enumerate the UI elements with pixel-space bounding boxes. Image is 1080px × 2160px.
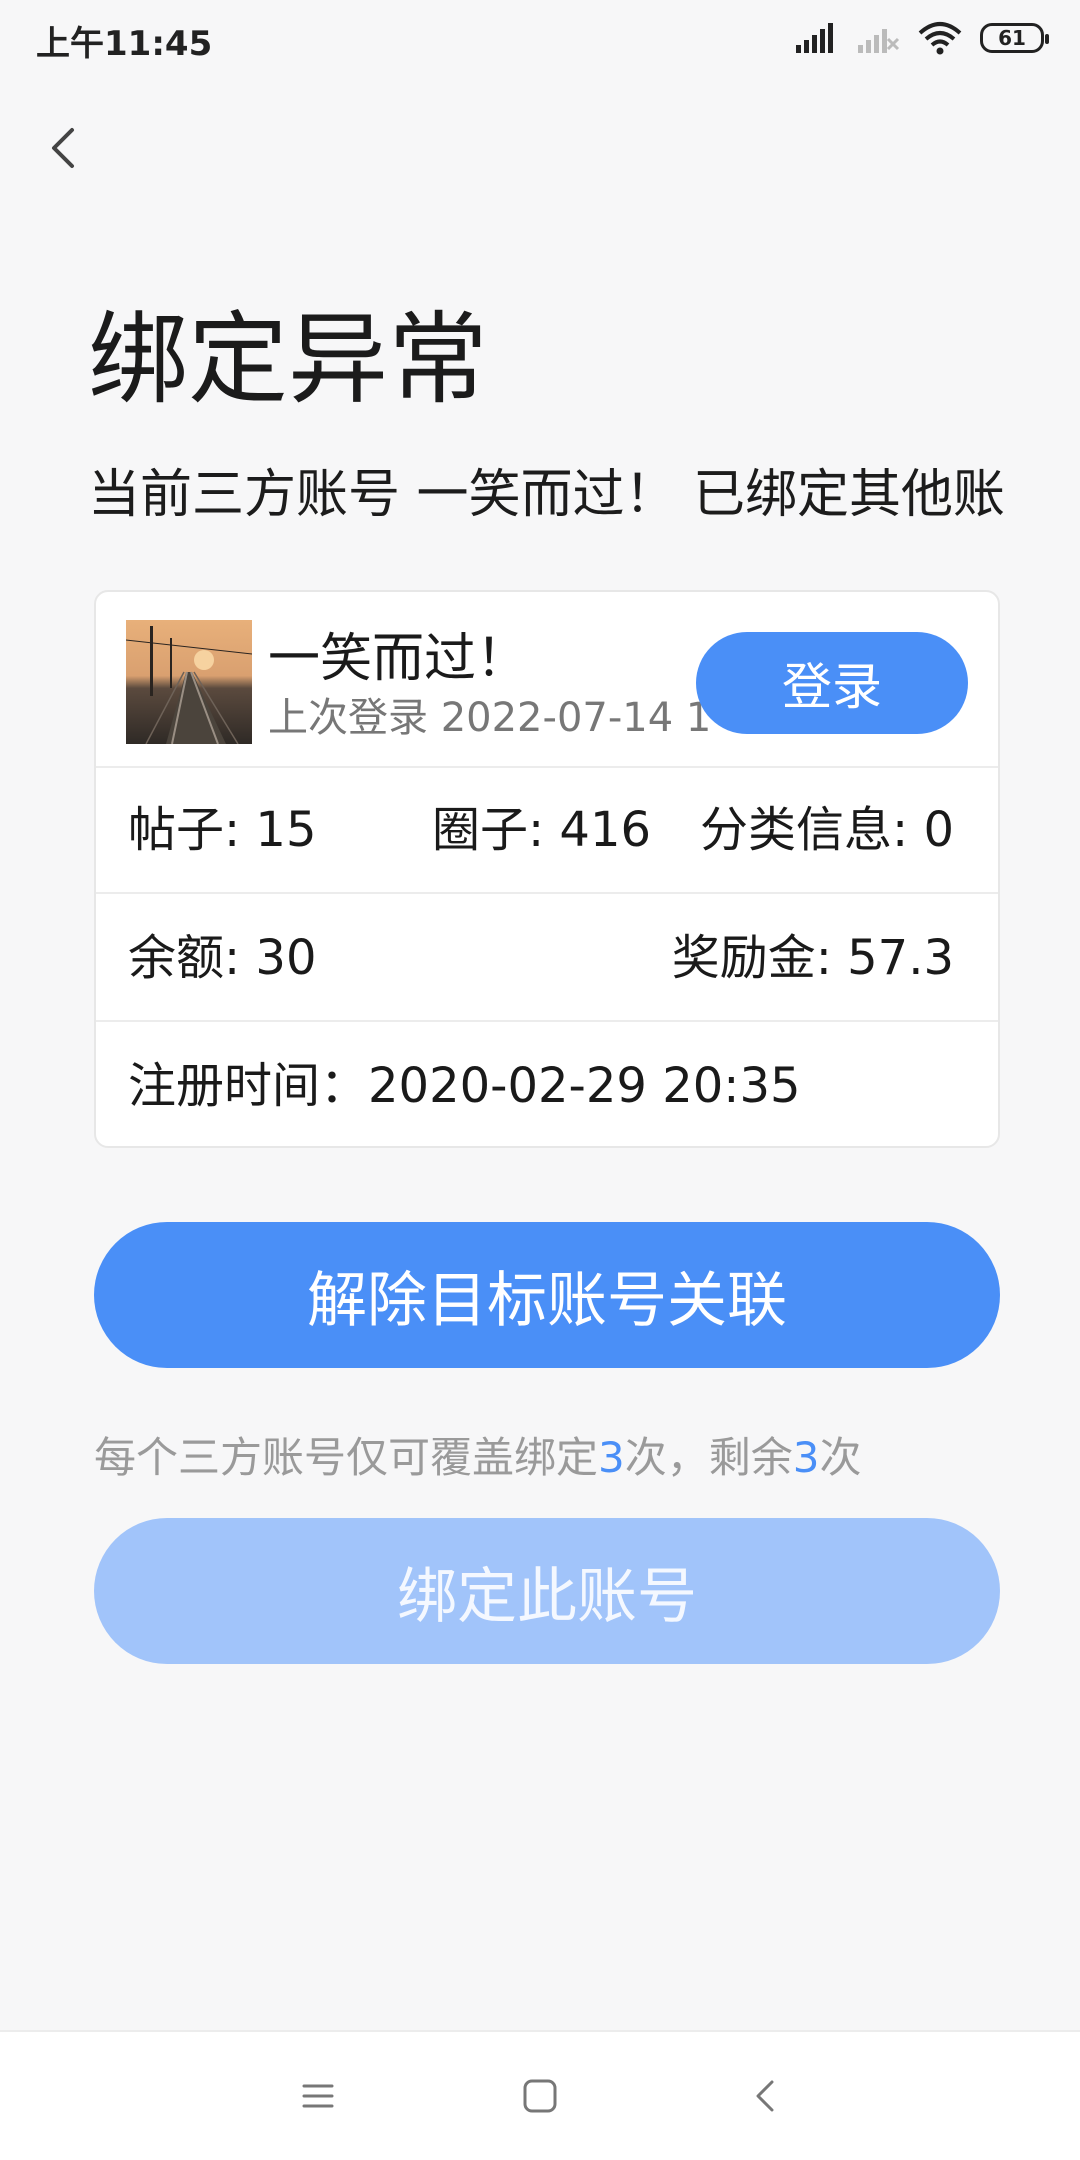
- bonus-value: 奖励金: 57.3: [671, 930, 954, 986]
- bind-limit-hint: 每个三方账号仅可覆盖绑定3次，剩余3次: [94, 1433, 862, 1482]
- balance-row: 余额: 30 奖励金: 57.3: [96, 894, 998, 1022]
- menu-icon: [302, 2084, 334, 2108]
- signal-icon: [796, 23, 833, 53]
- subtitle: 当前三方账号 一笑而过！ 已绑定其他账: [88, 465, 1006, 525]
- account-card: 一笑而过！ 上次登录 2022-07-14 1 登录 帖子: 15 圈子: 41…: [94, 590, 1000, 1148]
- account-name: 一笑而过！: [268, 629, 529, 689]
- last-login-time: 上次登录 2022-07-14 1: [268, 695, 712, 741]
- status-icons: 61: [794, 18, 1049, 58]
- wifi-icon: [918, 22, 962, 55]
- classifieds-count: 分类信息: 0: [700, 802, 954, 858]
- back-icon: [52, 128, 74, 168]
- register-row: 注册时间：2020-02-29 20:35: [96, 1022, 998, 1146]
- avatar: [126, 620, 252, 744]
- bind-remaining-count: 3: [792, 1433, 820, 1482]
- bind-account-button[interactable]: 绑定此账号: [94, 1518, 1000, 1664]
- balance-value: 余额: 30: [128, 930, 317, 986]
- account-card-header: 一笑而过！ 上次登录 2022-07-14 1 登录: [96, 592, 998, 768]
- home-icon: [523, 2079, 557, 2113]
- navigation-bar: [0, 2030, 1080, 2160]
- status-bar: 上午11:45 61: [0, 0, 1080, 76]
- posts-count: 帖子: 15: [128, 802, 317, 858]
- back-button[interactable]: [36, 120, 92, 176]
- battery-icon: 61: [980, 23, 1049, 53]
- login-button[interactable]: 登录: [696, 632, 968, 734]
- status-time: 上午11:45: [36, 24, 213, 64]
- back-icon: [756, 2080, 774, 2112]
- unlink-account-button[interactable]: 解除目标账号关联: [94, 1222, 1000, 1368]
- system-back-button[interactable]: [738, 2068, 794, 2124]
- bind-limit-total: 3: [598, 1433, 625, 1482]
- home-button[interactable]: [512, 2068, 568, 2124]
- recents-button[interactable]: [290, 2068, 346, 2124]
- stats-row: 帖子: 15 圈子: 416 分类信息: 0: [96, 766, 998, 894]
- circles-count: 圈子: 416: [432, 802, 652, 858]
- page-title: 绑定异常: [88, 301, 488, 418]
- signal-icon: [858, 29, 900, 53]
- register-time: 注册时间：2020-02-29 20:35: [128, 1058, 801, 1114]
